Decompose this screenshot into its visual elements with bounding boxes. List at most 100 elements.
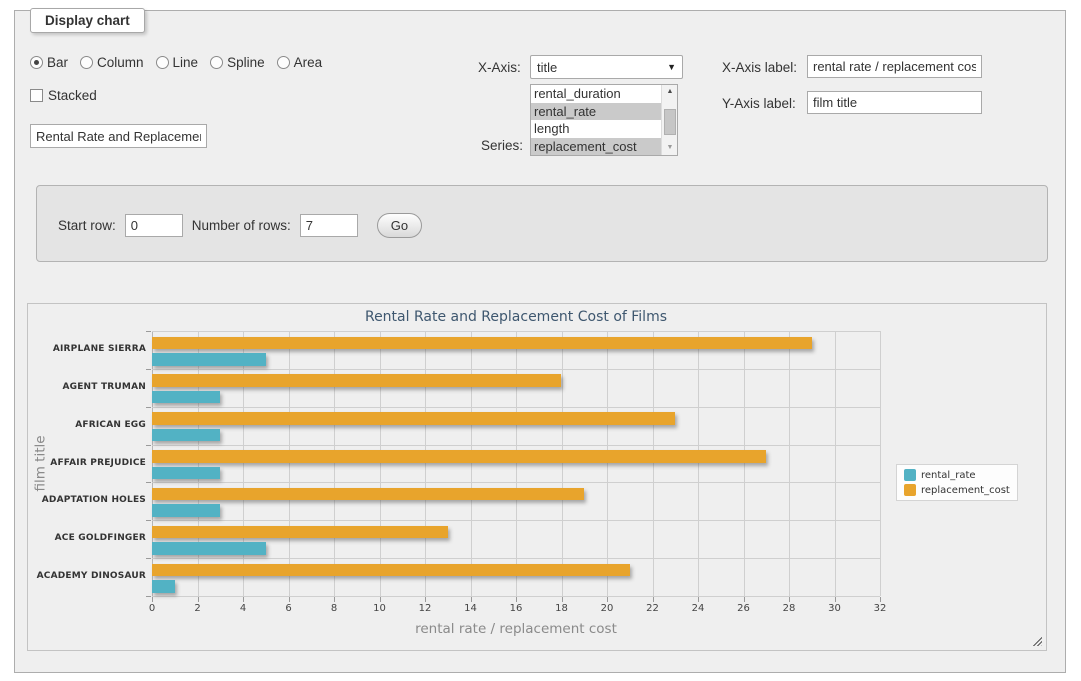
y-tick-mark (146, 596, 151, 597)
x-tick-label: 2 (178, 603, 218, 614)
bar-replacement_cost[interactable] (152, 337, 812, 350)
chart-type-option-spline[interactable]: Spline (210, 55, 265, 70)
y-tick-mark (146, 558, 151, 559)
x-tick-mark (653, 597, 654, 602)
chart-type-option-line[interactable]: Line (156, 55, 199, 70)
x-axis-label-text: X-Axis: (478, 60, 521, 75)
gridline-vertical (880, 331, 881, 596)
legend-item-replacement_cost[interactable]: replacement_cost (904, 484, 1010, 496)
scroll-up-icon[interactable]: ▲ (662, 85, 678, 99)
bar-rental_rate[interactable] (152, 391, 220, 404)
category-label: AGENT TRUMAN (16, 369, 146, 407)
chart-type-option-column[interactable]: Column (80, 55, 144, 70)
gridline-vertical (334, 331, 335, 596)
go-button[interactable]: Go (377, 213, 422, 238)
chart-title: Rental Rate and Replacement Cost of Film… (152, 309, 880, 325)
x-tick-mark (698, 597, 699, 602)
num-rows-input[interactable] (300, 214, 358, 237)
x-axis-select[interactable]: title ▼ (530, 55, 683, 79)
bar-replacement_cost[interactable] (152, 488, 584, 501)
bar-replacement_cost[interactable] (152, 374, 561, 387)
bar-rental_rate[interactable] (152, 353, 266, 366)
x-tick-mark (835, 597, 836, 602)
radio-icon[interactable] (277, 56, 290, 69)
gridline-vertical (516, 331, 517, 596)
x-tick-mark (516, 597, 517, 602)
stacked-label: Stacked (48, 88, 97, 103)
radio-icon[interactable] (80, 56, 93, 69)
series-options: rental_durationrental_ratelengthreplacem… (531, 85, 661, 155)
bar-rental_rate[interactable] (152, 504, 220, 517)
y-axis-label-input[interactable] (807, 91, 982, 114)
x-axis-label-input[interactable] (807, 55, 982, 78)
scrollbar-thumb[interactable] (664, 109, 676, 135)
chart-legend: rental_rate replacement_cost (896, 464, 1018, 501)
x-tick-label: 30 (815, 603, 855, 614)
series-option-replacement_cost[interactable]: replacement_cost (531, 138, 661, 156)
x-tick-label: 26 (724, 603, 764, 614)
y-axis-label-field-label: Y-Axis label: (722, 96, 796, 111)
x-tick-mark (562, 597, 563, 602)
category-label: ADAPTATION HOLES (16, 482, 146, 520)
stacked-checkbox[interactable] (30, 89, 43, 102)
gridline-horizontal (152, 445, 880, 446)
scroll-down-icon[interactable]: ▼ (662, 141, 678, 155)
radio-icon[interactable] (156, 56, 169, 69)
bar-replacement_cost[interactable] (152, 412, 675, 425)
resize-handle-icon[interactable] (1031, 635, 1042, 646)
row-controls-box: Start row: Number of rows: Go (36, 185, 1048, 262)
gridline-horizontal (152, 369, 880, 370)
series-option-rental_rate[interactable]: rental_rate (531, 103, 661, 121)
x-tick-mark (471, 597, 472, 602)
radio-icon[interactable] (30, 56, 43, 69)
gridline-vertical (789, 331, 790, 596)
x-tick-mark (380, 597, 381, 602)
start-row-input[interactable] (125, 214, 183, 237)
gridline-vertical (835, 331, 836, 596)
y-tick-mark (146, 445, 151, 446)
category-label: AIRPLANE SIERRA (16, 331, 146, 369)
chart-type-option-area[interactable]: Area (277, 55, 323, 70)
start-row-label: Start row: (58, 218, 116, 233)
legend-swatch (904, 469, 916, 481)
bar-rental_rate[interactable] (152, 429, 220, 442)
radio-icon[interactable] (210, 56, 223, 69)
plot-area: AIRPLANE SIERRAAGENT TRUMANAFRICAN EGGAF… (152, 331, 880, 596)
legend-label: rental_rate (921, 470, 976, 481)
bar-replacement_cost[interactable] (152, 564, 630, 577)
y-tick-mark (146, 331, 151, 332)
bar-rental_rate[interactable] (152, 580, 175, 593)
radio-label: Line (173, 55, 199, 70)
x-tick-label: 16 (496, 603, 536, 614)
gridline-horizontal (152, 482, 880, 483)
chart-title-input[interactable] (30, 124, 207, 148)
x-tick-mark (607, 597, 608, 602)
num-rows-label: Number of rows: (192, 218, 291, 233)
bar-rental_rate[interactable] (152, 542, 266, 555)
x-tick-label: 24 (678, 603, 718, 614)
radio-label: Spline (227, 55, 265, 70)
stacked-checkbox-row[interactable]: Stacked (30, 88, 97, 103)
radio-label: Column (97, 55, 144, 70)
gridline-vertical (744, 331, 745, 596)
x-tick-label: 0 (132, 603, 172, 614)
series-listbox[interactable]: rental_durationrental_ratelengthreplacem… (530, 84, 678, 156)
bar-rental_rate[interactable] (152, 467, 220, 480)
legend-swatch (904, 484, 916, 496)
series-option-length[interactable]: length (531, 120, 661, 138)
series-option-rental_duration[interactable]: rental_duration (531, 85, 661, 103)
x-tick-label: 10 (360, 603, 400, 614)
bar-replacement_cost[interactable] (152, 526, 448, 539)
gridline-horizontal (152, 331, 880, 332)
x-tick-label: 22 (633, 603, 673, 614)
legend-item-rental_rate[interactable]: rental_rate (904, 469, 1010, 481)
chart-type-radio-group: Bar Column Line Spline Area (30, 55, 322, 70)
fieldset-legend: Display chart (30, 8, 145, 33)
series-scrollbar[interactable]: ▲ ▼ (661, 85, 677, 155)
x-tick-label: 8 (314, 603, 354, 614)
bar-replacement_cost[interactable] (152, 450, 766, 463)
chart-type-option-bar[interactable]: Bar (30, 55, 68, 70)
x-tick-label: 32 (860, 603, 900, 614)
x-tick-label: 14 (451, 603, 491, 614)
chart-x-axis-title: rental rate / replacement cost (152, 621, 880, 637)
